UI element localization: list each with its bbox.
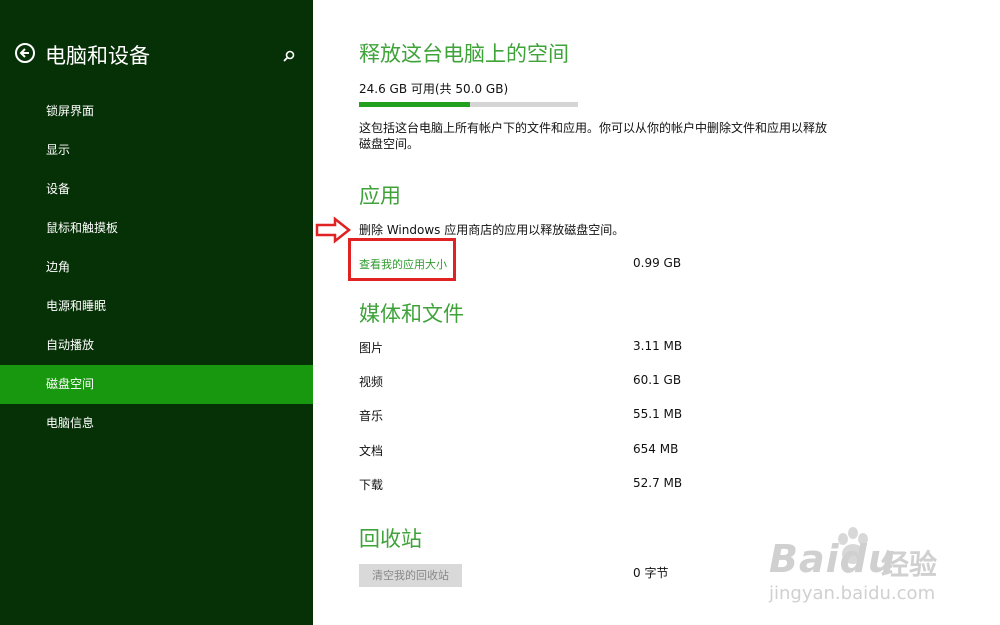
sidebar-item-autoplay[interactable]: 自动播放	[0, 326, 313, 365]
media-heading: 媒体和文件	[359, 302, 464, 326]
media-label-documents: 文档	[359, 444, 384, 458]
red-arrow-icon	[315, 216, 352, 244]
sidebar-item-lockscreen[interactable]: 锁屏界面	[0, 92, 313, 131]
empty-recycle-bin-button[interactable]: 清空我的回收站	[359, 564, 462, 587]
sidebar-item-pc-info[interactable]: 电脑信息	[0, 404, 313, 443]
sidebar-item-corners[interactable]: 边角	[0, 248, 313, 287]
back-arrow-icon[interactable]	[15, 43, 35, 63]
media-value-pictures: 3.11 MB	[633, 339, 683, 353]
recycle-bin-heading: 回收站	[359, 527, 422, 551]
apps-heading: 应用	[359, 184, 401, 208]
sidebar-item-display[interactable]: 显示	[0, 131, 313, 170]
page-title: 释放这台电脑上的空间	[359, 42, 569, 66]
view-app-sizes-link[interactable]: 查看我的应用大小	[359, 256, 447, 272]
watermark-brand-2: 经验	[881, 548, 938, 581]
recycle-bin-size: 0 字节	[633, 566, 669, 580]
sidebar-title: 电脑和设备	[45, 44, 150, 68]
baidu-watermark: Baidu 经验 jingyan.baidu.com	[761, 525, 961, 610]
sidebar-item-devices[interactable]: 设备	[0, 170, 313, 209]
watermark-url: jingyan.baidu.com	[769, 583, 936, 604]
media-label-music: 音乐	[359, 409, 384, 423]
media-label-downloads: 下载	[359, 478, 384, 492]
apps-size: 0.99 GB	[633, 256, 682, 270]
storage-progress-bar	[359, 102, 578, 107]
media-value-videos: 60.1 GB	[633, 373, 682, 387]
sidebar-item-mouse-touchpad[interactable]: 鼠标和触摸板	[0, 209, 313, 248]
media-label-videos: 视频	[359, 375, 384, 389]
media-value-downloads: 52.7 MB	[633, 476, 683, 490]
media-value-music: 55.1 MB	[633, 407, 683, 421]
search-icon[interactable]	[283, 47, 295, 66]
sidebar: 电脑和设备 锁屏界面 显示 设备 鼠标和触摸板 边角 电源和睡眠 自动播放 磁盘…	[0, 0, 313, 625]
sidebar-item-power-sleep[interactable]: 电源和睡眠	[0, 287, 313, 326]
sidebar-item-disk-space[interactable]: 磁盘空间	[0, 365, 313, 404]
apps-description: 删除 Windows 应用商店的应用以释放磁盘空间。	[359, 223, 625, 237]
storage-description: 这包括这台电脑上所有帐户下的文件和应用。你可以从你的帐户中删除文件和应用以释放磁…	[359, 121, 828, 151]
main-content: 释放这台电脑上的空间 24.6 GB 可用(共 50.0 GB) 这包括这台电脑…	[313, 0, 1000, 625]
storage-text: 24.6 GB 可用(共 50.0 GB)	[359, 82, 509, 96]
storage-progress-fill	[359, 102, 471, 107]
media-label-pictures: 图片	[359, 341, 384, 355]
watermark-brand: Baidu	[769, 537, 896, 581]
media-value-documents: 654 MB	[633, 442, 679, 456]
